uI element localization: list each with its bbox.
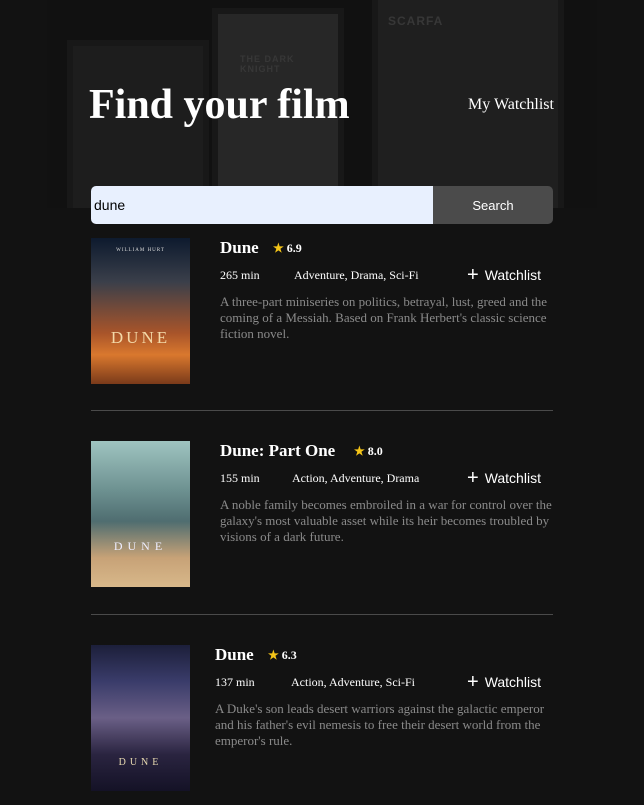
poster-title: DUNE <box>110 328 171 347</box>
movie-runtime: 137 min <box>215 675 255 689</box>
movie-title: Dune <box>220 238 259 257</box>
search-input[interactable] <box>91 186 433 224</box>
my-watchlist-link[interactable]: My Watchlist <box>468 96 554 114</box>
watchlist-button-label: Watchlist <box>484 470 541 486</box>
star-icon: ★ <box>354 444 365 458</box>
movie-title: Dune <box>215 645 254 664</box>
movie-rating: ★ 6.9 <box>273 241 302 256</box>
movie-title: Dune: Part One <box>220 441 336 460</box>
poster-credit: WILLIAM HURT <box>116 248 165 253</box>
movie-poster[interactable]: WILLIAM HURT DUNE <box>91 238 190 384</box>
poster-title: DUNE <box>118 757 163 768</box>
poster-title: DUNE <box>113 539 168 553</box>
plus-icon: + <box>467 264 479 286</box>
movie-runtime: 265 min <box>220 268 260 282</box>
movie-genres: Adventure, Drama, Sci-Fi <box>294 268 419 282</box>
divider <box>91 410 553 411</box>
movie-card: WILLIAM HURT DUNE Dune ★ 6.9 265 min Adve… <box>91 238 553 388</box>
plus-icon: + <box>467 467 479 489</box>
movie-poster[interactable]: DUNE <box>91 645 190 791</box>
rating-value: 6.9 <box>286 241 302 255</box>
movie-card: DUNE Dune: Part One ★ 8.0 155 min Action,… <box>91 441 553 591</box>
star-icon: ★ <box>268 648 279 662</box>
add-to-watchlist-button[interactable]: + Watchlist <box>467 467 541 489</box>
add-to-watchlist-button[interactable]: + Watchlist <box>467 671 541 693</box>
movie-rating: ★ 6.3 <box>268 648 297 663</box>
rating-value: 6.3 <box>281 648 297 662</box>
search-button[interactable]: Search <box>433 186 553 224</box>
movie-poster[interactable]: DUNE <box>91 441 190 587</box>
movie-card: DUNE Dune ★ 6.3 137 min Action, Adventure… <box>91 645 553 795</box>
movie-plot: A three-part miniseries on politics, bet… <box>220 294 548 341</box>
divider <box>91 614 553 615</box>
watchlist-button-label: Watchlist <box>484 267 541 283</box>
watchlist-button-label: Watchlist <box>484 674 541 690</box>
plus-icon: + <box>467 671 479 693</box>
movie-genres: Action, Adventure, Sci-Fi <box>291 675 415 689</box>
star-icon: ★ <box>273 241 284 255</box>
rating-value: 8.0 <box>367 444 383 458</box>
page-title: Find your film <box>89 82 350 128</box>
movie-plot: A Duke's son leads desert warriors again… <box>215 701 545 748</box>
search-bar: Search <box>91 186 553 224</box>
movie-genres: Action, Adventure, Drama <box>292 471 420 485</box>
add-to-watchlist-button[interactable]: + Watchlist <box>467 264 541 286</box>
movie-runtime: 155 min <box>220 471 260 485</box>
movie-plot: A noble family becomes embroiled in a wa… <box>220 497 552 544</box>
movie-rating: ★ 8.0 <box>354 444 383 459</box>
